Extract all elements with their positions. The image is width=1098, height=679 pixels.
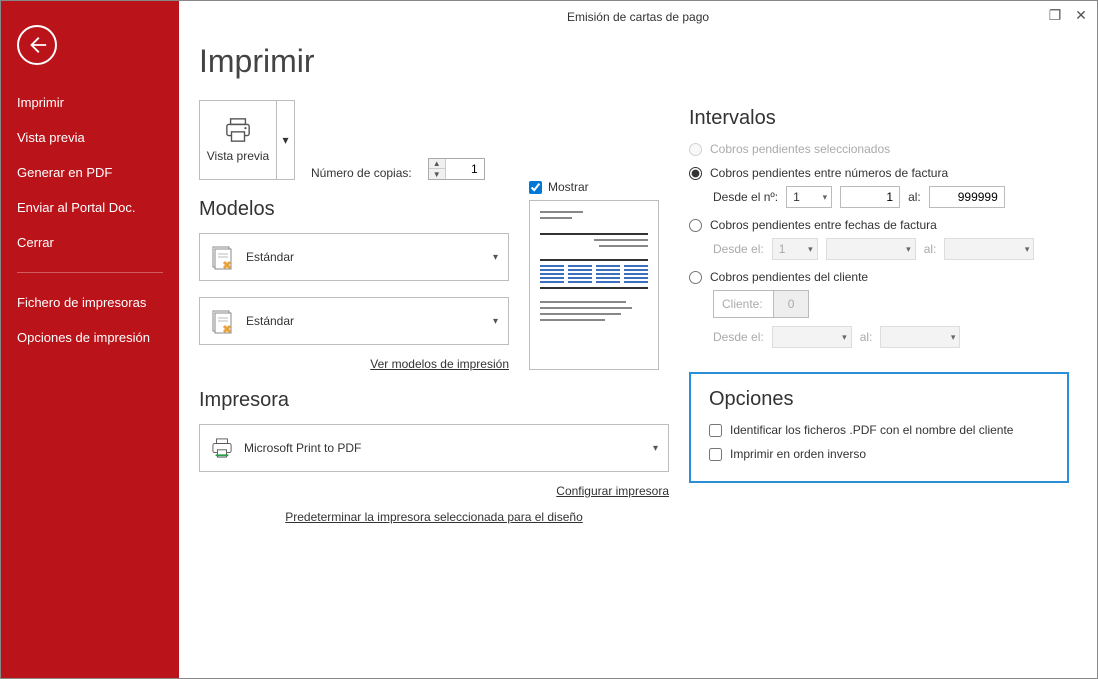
opciones-panel: Opciones Identificar los ficheros .PDF c… — [689, 372, 1069, 483]
opciones-heading: Opciones — [709, 388, 1049, 411]
titlebar: Emisión de cartas de pago ❐ ✕ — [179, 1, 1097, 33]
radio-del-cliente-label[interactable]: Cobros pendientes del cliente — [710, 270, 868, 284]
cliente-al-select — [880, 326, 960, 348]
cliente-number: 0 — [773, 291, 809, 317]
ver-modelos-link[interactable]: Ver modelos de impresión — [199, 357, 509, 371]
template-icon — [210, 244, 236, 270]
desde-fecha-serie-select: 1 — [772, 238, 818, 260]
radio-seleccionados — [689, 143, 702, 156]
al-fecha-label: al: — [924, 242, 937, 256]
chevron-down-icon: ▾ — [653, 443, 658, 454]
desde-fecha-label: Desde el: — [713, 242, 764, 256]
radio-del-cliente[interactable] — [689, 271, 702, 284]
copies-label: Número de copias: — [311, 166, 412, 180]
sidebar-item-imprimir[interactable]: Imprimir — [1, 85, 179, 120]
impresora-heading: Impresora — [199, 389, 669, 412]
desde-num-label: Desde el nº: — [713, 190, 778, 204]
chk-orden-inverso-label: Imprimir en orden inverso — [730, 447, 866, 461]
main-panel: Emisión de cartas de pago ❐ ✕ Imprimir — [179, 1, 1097, 678]
predeterminar-impresora-link[interactable]: Predeterminar la impresora seleccionada … — [199, 510, 669, 524]
vista-previa-dropdown[interactable]: ▾ — [276, 101, 294, 179]
sidebar-item-enviar-portal[interactable]: Enviar al Portal Doc. — [1, 190, 179, 225]
al-num-label: al: — [908, 190, 921, 204]
vista-previa-button[interactable]: Vista previa ▾ — [199, 100, 295, 180]
cliente-desde-select — [772, 326, 852, 348]
radio-entre-numeros-label[interactable]: Cobros pendientes entre números de factu… — [710, 166, 948, 180]
printer-name-label: Microsoft Print to PDF — [244, 441, 361, 455]
model-1-label: Estándar — [246, 250, 294, 264]
template-icon — [210, 308, 236, 334]
printer-icon — [223, 117, 253, 143]
sidebar-item-cerrar[interactable]: Cerrar — [1, 225, 179, 260]
preview-thumbnail[interactable] — [529, 200, 659, 370]
desde-serie-select[interactable]: 1 — [786, 186, 832, 208]
copies-down-icon[interactable]: ▼ — [429, 169, 445, 179]
printer-select[interactable]: Microsoft Print to PDF ▾ — [199, 424, 669, 472]
window-title: Emisión de cartas de pago — [567, 10, 709, 24]
al-num-input[interactable] — [929, 186, 1005, 208]
chevron-down-icon: ▾ — [493, 316, 498, 327]
model-2-label: Estándar — [246, 314, 294, 328]
chevron-down-icon: ▾ — [493, 252, 498, 263]
model-select-2[interactable]: Estándar ▾ — [199, 297, 509, 345]
copies-input[interactable] — [446, 162, 484, 176]
chk-identificar-pdf[interactable] — [709, 424, 722, 437]
maximize-icon[interactable]: ❐ — [1047, 7, 1063, 23]
radio-entre-fechas[interactable] — [689, 219, 702, 232]
sidebar-item-generar-pdf[interactable]: Generar en PDF — [1, 155, 179, 190]
radio-entre-numeros[interactable] — [689, 167, 702, 180]
sidebar-item-opciones-impresion[interactable]: Opciones de impresión — [1, 320, 179, 355]
back-button[interactable] — [17, 25, 57, 65]
mostrar-checkbox[interactable] — [529, 181, 542, 194]
radio-entre-fechas-label[interactable]: Cobros pendientes entre fechas de factur… — [710, 218, 937, 232]
sidebar: Imprimir Vista previa Generar en PDF Env… — [1, 1, 179, 678]
printer-icon — [210, 438, 234, 458]
desde-fecha-select — [826, 238, 916, 260]
close-icon[interactable]: ✕ — [1073, 7, 1089, 23]
al-fecha-select — [944, 238, 1034, 260]
vista-previa-label: Vista previa — [207, 149, 269, 163]
chk-orden-inverso[interactable] — [709, 448, 722, 461]
copies-up-icon[interactable]: ▲ — [429, 159, 445, 169]
cliente-al-label: al: — [860, 330, 873, 344]
sidebar-item-vista-previa[interactable]: Vista previa — [1, 120, 179, 155]
modelos-heading: Modelos — [199, 198, 509, 221]
sidebar-separator — [17, 272, 163, 273]
cliente-picker: Cliente: 0 — [713, 290, 809, 318]
cliente-label: Cliente: — [714, 297, 773, 311]
mostrar-label: Mostrar — [548, 180, 589, 194]
intervalos-heading: Intervalos — [689, 107, 1077, 130]
chk-identificar-pdf-label: Identificar los ficheros .PDF con el nom… — [730, 423, 1013, 437]
page-title: Imprimir — [199, 43, 669, 80]
radio-seleccionados-label: Cobros pendientes seleccionados — [710, 142, 890, 156]
model-select-1[interactable]: Estándar ▾ — [199, 233, 509, 281]
copies-spinner[interactable]: ▲ ▼ — [428, 158, 485, 180]
configurar-impresora-link[interactable]: Configurar impresora — [199, 484, 669, 498]
cliente-desde-label: Desde el: — [713, 330, 764, 344]
desde-num-input[interactable] — [840, 186, 900, 208]
sidebar-item-fichero-impresoras[interactable]: Fichero de impresoras — [1, 285, 179, 320]
